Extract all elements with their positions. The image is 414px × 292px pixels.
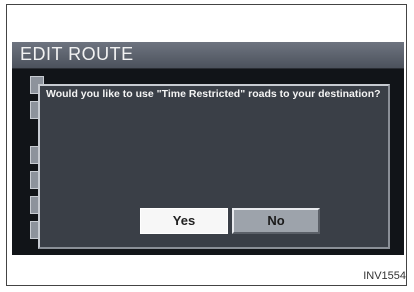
yes-button[interactable]: Yes: [140, 208, 228, 234]
screen-title: EDIT ROUTE: [20, 44, 134, 64]
nav-screen: EDIT ROUTE Would you like to use "Time R…: [12, 42, 404, 255]
no-button[interactable]: No: [232, 208, 320, 234]
time-restricted-dialog: Would you like to use "Time Restricted" …: [38, 84, 390, 249]
figure-reference: INV1554: [363, 270, 406, 282]
dialog-message: Would you like to use "Time Restricted" …: [46, 88, 381, 100]
title-bar: EDIT ROUTE: [12, 42, 404, 69]
